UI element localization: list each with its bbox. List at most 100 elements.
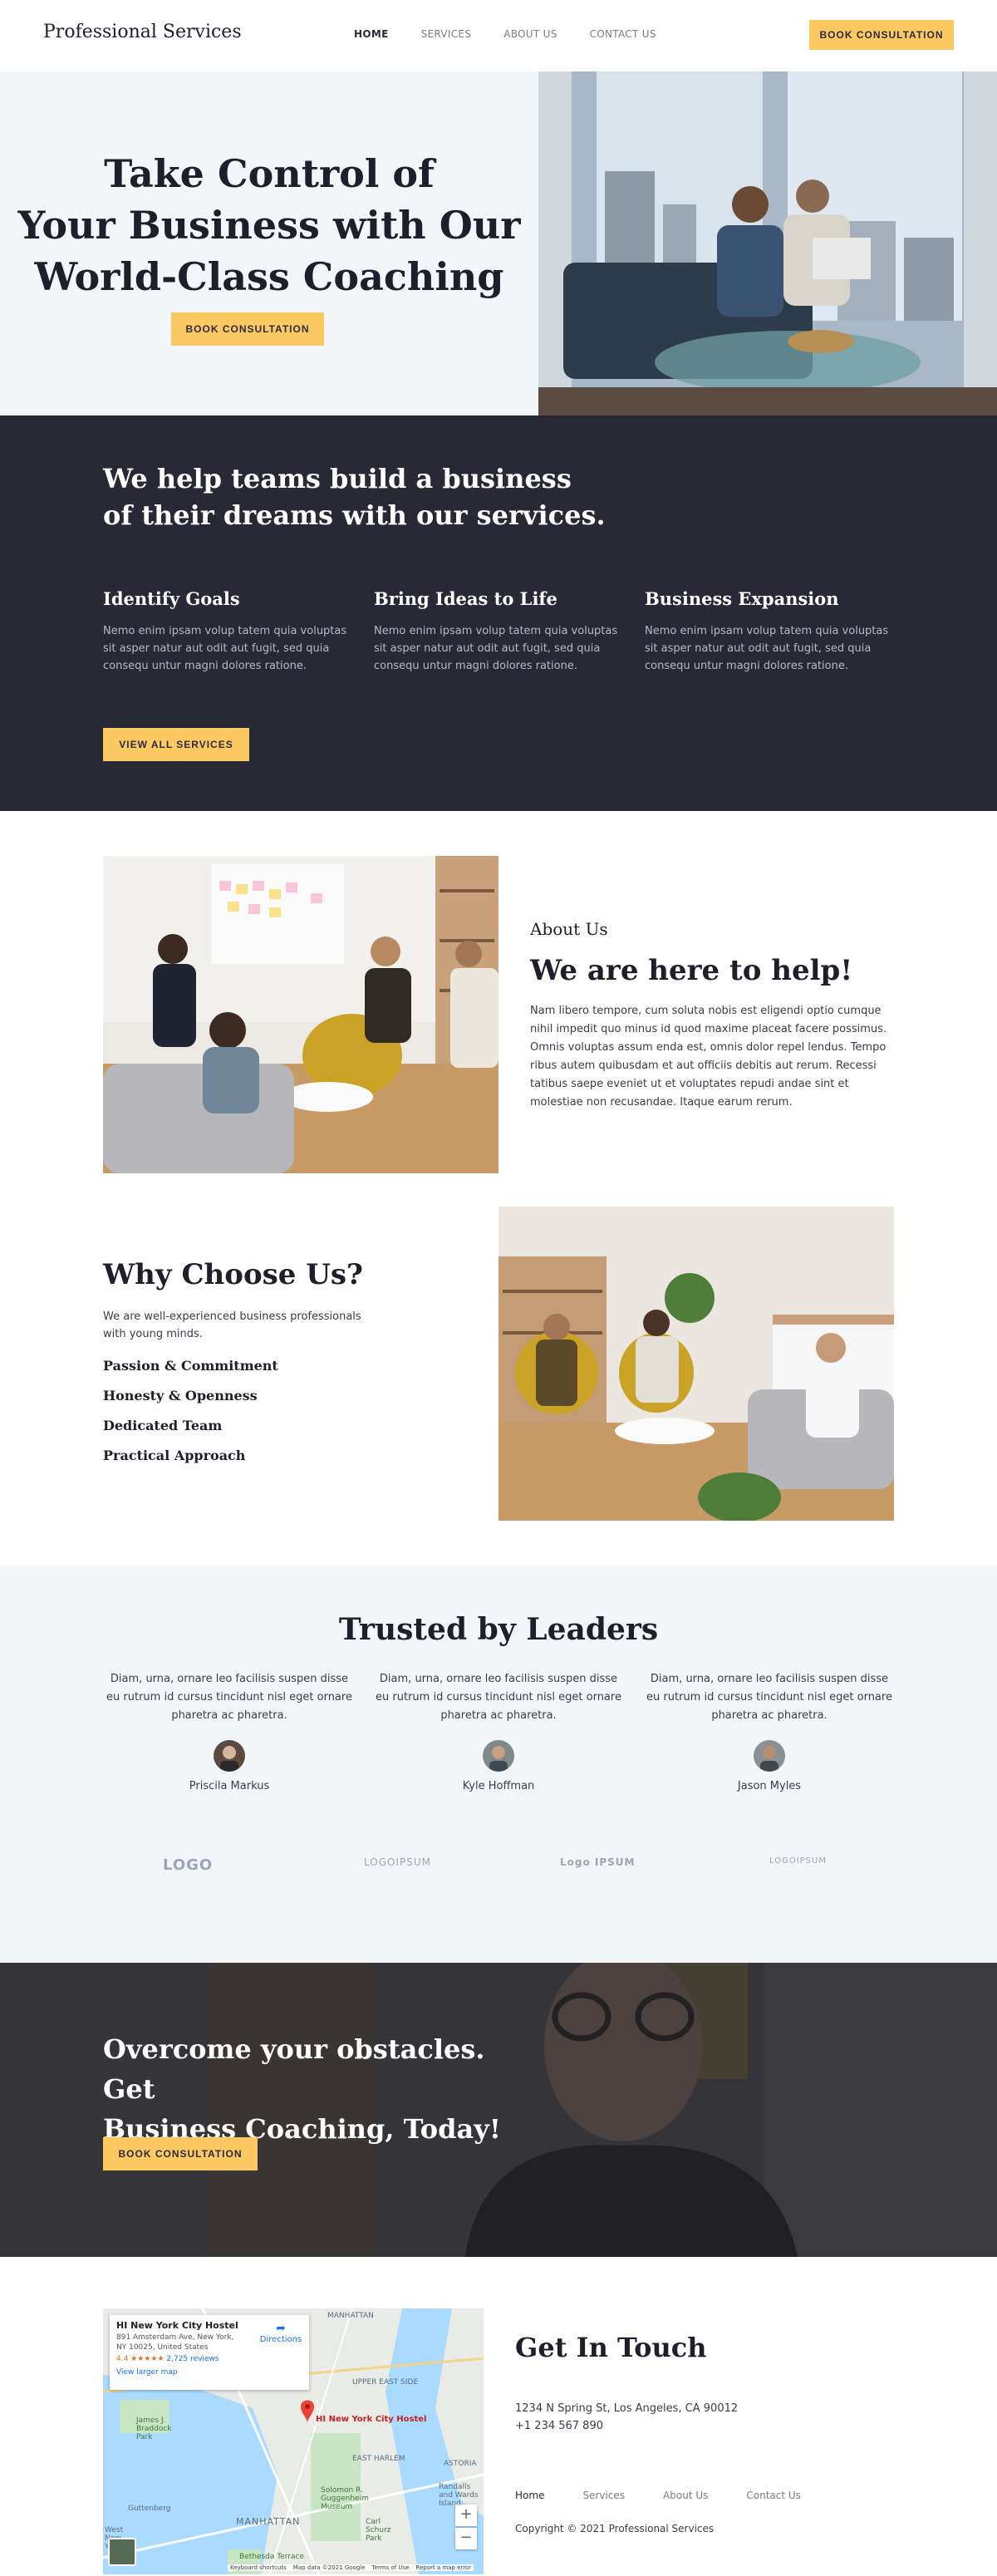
why-title: Why Choose Us? (103, 1258, 363, 1291)
about-text: Nam libero tempore, cum soluta nobis est… (530, 1005, 887, 1109)
why-item: Passion & Commitment (103, 1358, 278, 1374)
client-logo: LOGOIPSUM (364, 1856, 431, 1868)
service-title: Bring Ideas to Life (374, 588, 557, 609)
nav-services[interactable]: SERVICES (421, 28, 472, 40)
map-label: Solomon R. Guggenheim Museum (321, 2486, 369, 2511)
testimonial-text: Diam, urna, ornare leo facilisis suspen … (106, 1673, 352, 1722)
nav-contact[interactable]: CONTACT US (590, 28, 656, 40)
footer-nav-home[interactable]: Home (515, 2490, 544, 2501)
cta-title: Overcome your obstacles. Get Business Co… (103, 2029, 535, 2149)
map-zoom-in-button[interactable]: + (455, 2505, 477, 2526)
map-label: Guttenberg (128, 2505, 171, 2513)
nav-home[interactable]: HOME (354, 28, 389, 40)
map-footer-item[interactable]: Keyboard shortcuts (230, 2564, 287, 2571)
client-logo: Logo IPSUM (560, 1856, 636, 1868)
client-logo: LOGOIPSUM (769, 1856, 827, 1866)
map-label: MANHATTAN (236, 2516, 301, 2527)
map-larger-link[interactable]: View larger map (116, 2368, 302, 2377)
service-text: Nemo enim ipsam volup tatem quia volupta… (645, 625, 889, 672)
map-place-card: HI New York City Hostel 891 Amsterdam Av… (110, 2315, 309, 2390)
services-title-line: of their dreams with our services. (103, 499, 606, 531)
service-item: Bring Ideas to Life Nemo enim ipsam volu… (374, 588, 623, 675)
map-zoom-out-button[interactable]: − (455, 2528, 477, 2549)
hero-section: Take Control of Your Business with Our W… (0, 71, 997, 415)
testimonial-name: Kyle Hoffman (462, 1780, 535, 1792)
why-photo (498, 1207, 894, 1521)
cta-section: Overcome your obstacles. Get Business Co… (0, 1963, 997, 2257)
nav-about[interactable]: ABOUT US (503, 28, 557, 40)
hero-photo (538, 71, 997, 415)
about-title: We are here to help! (530, 954, 853, 987)
map-directions-label: Directions (259, 2335, 302, 2344)
avatar (214, 1740, 245, 1772)
map-rating: 4.4 ★★★★★ 2,725 reviews (116, 2355, 302, 2363)
client-logo: LOGO (163, 1856, 214, 1874)
avatar (754, 1740, 785, 1772)
footer-nav-about[interactable]: About Us (663, 2490, 708, 2501)
map-rating-stars: 4.4 ★★★★★ (116, 2355, 165, 2363)
hero-title-line: Your Business with Our (17, 203, 521, 248)
map-footer-item[interactable]: Report a map error (415, 2564, 471, 2571)
contact-info: 1234 N Spring St, Los Angeles, CA 90012 … (515, 2400, 738, 2435)
map-label: Bethesda Terrace (239, 2553, 305, 2561)
service-title: Identify Goals (103, 588, 240, 609)
map-label: Carl Schurz Park (366, 2518, 391, 2543)
cta-book-consultation-button[interactable]: BOOK CONSULTATION (103, 2137, 258, 2170)
directions-icon: ➦ (276, 2322, 286, 2335)
footer-nav-contact[interactable]: Contact Us (746, 2490, 801, 2501)
hero-title: Take Control of Your Business with Our W… (0, 148, 538, 302)
contact-phone[interactable]: +1 234 567 890 (515, 2417, 738, 2435)
why-text: We are well-experienced business profess… (103, 1310, 361, 1340)
view-all-services-button[interactable]: VIEW ALL SERVICES (103, 728, 249, 761)
header-book-consultation-button[interactable]: BOOK CONSULTATION (809, 20, 954, 50)
why-list: Passion & Commitment Honesty & Openness … (103, 1358, 278, 1477)
contact-address: 1234 N Spring St, Los Angeles, CA 90012 (515, 2402, 739, 2415)
hero-book-consultation-button[interactable]: BOOK CONSULTATION (171, 312, 324, 346)
footer-nav: Home Services About Us Contact Us (515, 2490, 801, 2501)
service-title: Business Expansion (645, 588, 839, 609)
testimonials-title: Trusted by Leaders (338, 1612, 659, 1647)
why-item: Honesty & Openness (103, 1388, 258, 1404)
testimonial-card: Diam, urna, ornare leo facilisis suspen … (645, 1670, 894, 1792)
avatar (483, 1740, 514, 1772)
testimonials-section: Trusted by Leaders Diam, urna, ornare le… (0, 1566, 997, 1963)
map-label: MANHATTAN (327, 2312, 374, 2320)
map-footer: Keyboard shortcuts Map data ©2021 Google… (228, 2564, 474, 2571)
about-kicker: About Us (530, 919, 608, 939)
cta-title-line: Overcome your obstacles. Get (103, 2033, 485, 2105)
about-photo (103, 856, 498, 1173)
map-satellite-toggle[interactable] (108, 2538, 136, 2566)
testimonial-name: Jason Myles (737, 1780, 802, 1792)
footer-nav-services[interactable]: Services (582, 2490, 625, 2501)
google-map[interactable]: HI New York City Hostel MANHATTAN UPPER … (103, 2308, 484, 2574)
hero-title-line: World-Class Coaching (34, 254, 504, 299)
services-title-line: We help teams build a business (103, 463, 572, 494)
map-footer-item[interactable]: Terms of Use (372, 2564, 410, 2571)
main-nav: HOME SERVICES ABOUT US CONTACT US (354, 28, 656, 40)
map-directions-button[interactable]: ➦ Directions (259, 2322, 302, 2344)
testimonial-card: Diam, urna, ornare leo facilisis suspen … (374, 1670, 623, 1792)
map-place-address: 891 Amsterdam Ave, New York, NY 10025, U… (116, 2333, 234, 2352)
map-reviews-link[interactable]: 2,725 reviews (166, 2355, 219, 2363)
why-item: Dedicated Team (103, 1418, 223, 1433)
testimonial-name: Priscila Markus (189, 1780, 270, 1792)
site-logo[interactable]: Professional Services (43, 22, 242, 42)
testimonial-text: Diam, urna, ornare leo facilisis suspen … (376, 1673, 621, 1722)
testimonial-card: Diam, urna, ornare leo facilisis suspen … (105, 1670, 354, 1792)
map-label: EAST HARLEM (352, 2455, 405, 2463)
map-label: James J. Braddock Park (136, 2416, 172, 2441)
why-item: Practical Approach (103, 1448, 246, 1463)
service-text: Nemo enim ipsam volup tatem quia volupta… (374, 625, 618, 672)
map-footer-item: Map data ©2021 Google (292, 2564, 366, 2571)
map-label: UPPER EAST SIDE (352, 2378, 419, 2387)
service-item: Business Expansion Nemo enim ipsam volup… (645, 588, 894, 675)
hero-title-line: Take Control of (104, 151, 435, 196)
site-header: Professional Services HOME SERVICES ABOU… (0, 0, 997, 71)
services-section: We help teams build a business of their … (0, 415, 997, 811)
contact-title: Get In Touch (515, 2332, 707, 2363)
service-item: Identify Goals Nemo enim ipsam volup tat… (103, 588, 352, 675)
services-title: We help teams build a business of their … (103, 460, 685, 533)
copyright: Copyright © 2021 Professional Services (515, 2523, 715, 2534)
testimonial-text: Diam, urna, ornare leo facilisis suspen … (646, 1673, 892, 1722)
map-label: ASTORIA (444, 2460, 477, 2468)
